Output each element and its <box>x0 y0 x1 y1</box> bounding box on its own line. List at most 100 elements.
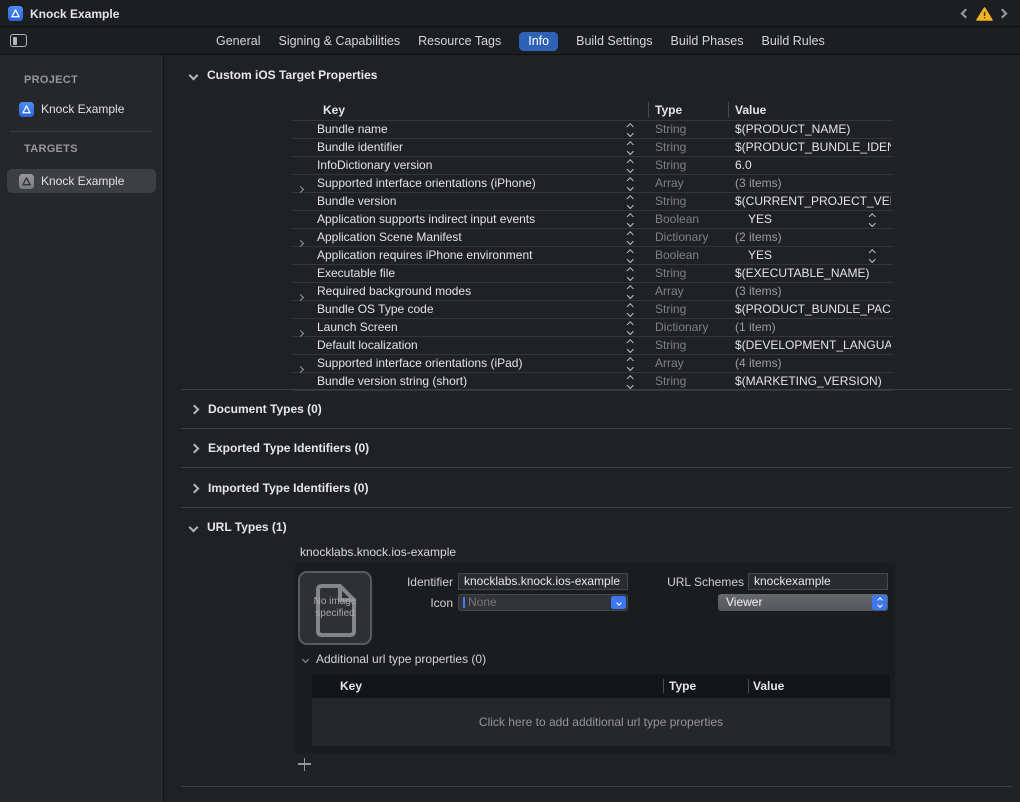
table-row[interactable]: Application Scene Manifest Dictionary (2… <box>292 229 893 247</box>
key-stepper-icon[interactable] <box>628 358 633 369</box>
warning-badge[interactable] <box>976 0 993 27</box>
section-divider <box>181 786 1012 787</box>
property-type: String <box>655 301 723 318</box>
tab-signing-capabilities[interactable]: Signing & Capabilities <box>278 34 400 48</box>
table-row[interactable]: Bundle version String $(CURRENT_PROJECT_… <box>292 193 893 211</box>
property-value: (4 items) <box>735 355 891 372</box>
section-custom-properties[interactable]: Custom iOS Target Properties <box>190 68 377 82</box>
key-stepper-icon[interactable] <box>628 142 633 153</box>
project-section-header: PROJECT <box>24 74 78 86</box>
table-row[interactable]: Supported interface orientations (iPad) … <box>292 355 893 373</box>
popup-stepper-button[interactable] <box>872 595 887 610</box>
table-row[interactable]: Bundle name String $(PRODUCT_NAME) <box>292 121 893 139</box>
key-stepper-icon[interactable] <box>628 178 633 189</box>
property-type: Boolean <box>655 247 723 264</box>
property-key: Application requires iPhone environment <box>317 247 617 264</box>
property-type: Dictionary <box>655 229 723 246</box>
section-document-types[interactable]: Document Types (0) <box>191 402 322 416</box>
targets-section-header: TARGETS <box>24 143 78 155</box>
role-popup-value: Viewer <box>726 595 762 609</box>
toggle-sidebar-icon[interactable] <box>10 34 27 47</box>
property-key: Default localization <box>317 337 617 354</box>
key-stepper-icon[interactable] <box>628 268 633 279</box>
column-header-value: Value <box>735 103 766 117</box>
back-button[interactable] <box>962 0 969 27</box>
key-stepper-icon[interactable] <box>628 232 633 243</box>
column-header-type: Type <box>669 674 696 698</box>
icon-label: Icon <box>393 596 453 611</box>
chevron-right-icon <box>998 9 1008 19</box>
property-key: Supported interface orientations (iPad) <box>317 355 617 372</box>
property-type: String <box>655 373 723 390</box>
role-popup-button[interactable]: Viewer <box>718 594 888 611</box>
property-key: Bundle OS Type code <box>317 301 617 318</box>
section-divider <box>181 389 1012 390</box>
property-type: Boolean <box>655 211 723 228</box>
column-header-key: Key <box>340 674 362 698</box>
icon-combo-box[interactable]: None <box>458 594 628 611</box>
tab-info[interactable]: Info <box>519 32 558 51</box>
property-value: $(PRODUCT_BUNDLE_PACKAGE_TYPE) <box>735 301 891 318</box>
url-type-card: No image specified Identifier knocklabs.… <box>295 563 895 753</box>
key-stepper-icon[interactable] <box>628 250 633 261</box>
xcode-glyph-icon <box>22 105 31 114</box>
property-type: Array <box>655 355 723 372</box>
table-row[interactable]: Application requires iPhone environment … <box>292 247 893 265</box>
key-stepper-icon[interactable] <box>628 340 633 351</box>
key-stepper-icon[interactable] <box>628 376 633 387</box>
table-row[interactable]: InfoDictionary version String 6.0 <box>292 157 893 175</box>
additional-properties-table: Key Type Value Click here to add additio… <box>312 674 890 746</box>
property-key: Executable file <box>317 265 617 282</box>
additional-url-type-properties-header[interactable]: Additional url type properties (0) <box>303 652 486 666</box>
table-row[interactable]: Bundle identifier String $(PRODUCT_BUNDL… <box>292 139 893 157</box>
add-url-type-button[interactable] <box>298 757 312 771</box>
tab-build-phases[interactable]: Build Phases <box>671 34 744 48</box>
tab-resource-tags[interactable]: Resource Tags <box>418 34 501 48</box>
column-header-value: Value <box>753 674 784 698</box>
table-row[interactable]: Default localization String $(DEVELOPMEN… <box>292 337 893 355</box>
tab-general[interactable]: General <box>216 34 260 48</box>
key-stepper-icon[interactable] <box>628 160 633 171</box>
sidebar-item-project[interactable]: Knock Example <box>7 97 156 121</box>
value-stepper-icon[interactable] <box>870 250 875 261</box>
section-imported-type-identifiers[interactable]: Imported Type Identifiers (0) <box>191 481 368 495</box>
chevron-left-icon <box>961 9 971 19</box>
column-divider <box>663 679 664 693</box>
key-stepper-icon[interactable] <box>628 286 633 297</box>
section-title: Custom iOS Target Properties <box>207 68 377 82</box>
table-row[interactable]: Application supports indirect input even… <box>292 211 893 229</box>
section-exported-type-identifiers[interactable]: Exported Type Identifiers (0) <box>191 441 369 455</box>
url-type-name: knocklabs.knock.ios-example <box>300 545 456 559</box>
window-title: Knock Example <box>30 7 119 21</box>
forward-button[interactable] <box>999 0 1006 27</box>
tab-build-settings[interactable]: Build Settings <box>576 34 652 48</box>
table-row[interactable]: Executable file String $(EXECUTABLE_NAME… <box>292 265 893 283</box>
table-row[interactable]: Bundle OS Type code String $(PRODUCT_BUN… <box>292 301 893 319</box>
section-url-types[interactable]: URL Types (1) <box>190 520 287 534</box>
key-stepper-icon[interactable] <box>628 214 633 225</box>
chevron-right-icon <box>190 443 200 453</box>
property-key: Required background modes <box>317 283 617 300</box>
key-stepper-icon[interactable] <box>628 304 633 315</box>
combo-dropdown-button[interactable] <box>611 596 626 609</box>
key-stepper-icon[interactable] <box>628 196 633 207</box>
table-row[interactable]: Supported interface orientations (iPhone… <box>292 175 893 193</box>
chevron-down-icon <box>189 70 199 80</box>
section-title: Document Types (0) <box>208 402 322 416</box>
property-key: Launch Screen <box>317 319 617 336</box>
key-stepper-icon[interactable] <box>628 322 633 333</box>
sidebar-item-target[interactable]: Knock Example <box>7 169 156 193</box>
url-schemes-field[interactable]: knockexample <box>748 573 888 590</box>
identifier-field[interactable]: knocklabs.knock.ios-example <box>458 573 628 590</box>
add-property-empty-row[interactable]: Click here to add additional url type pr… <box>312 698 890 746</box>
table-row[interactable]: Launch Screen Dictionary (1 item) <box>292 319 893 337</box>
target-tabs: General Signing & Capabilities Resource … <box>216 27 825 55</box>
properties-table-body: Bundle name String $(PRODUCT_NAME) Bundl… <box>292 120 893 391</box>
identifier-label: Identifier <box>355 575 453 590</box>
no-image-placeholder: No image specified <box>309 596 361 620</box>
table-row[interactable]: Required background modes Array (3 items… <box>292 283 893 301</box>
value-stepper-icon[interactable] <box>870 214 875 225</box>
tab-build-rules[interactable]: Build Rules <box>762 34 825 48</box>
key-stepper-icon[interactable] <box>628 124 633 135</box>
property-key: Bundle version string (short) <box>317 373 617 390</box>
